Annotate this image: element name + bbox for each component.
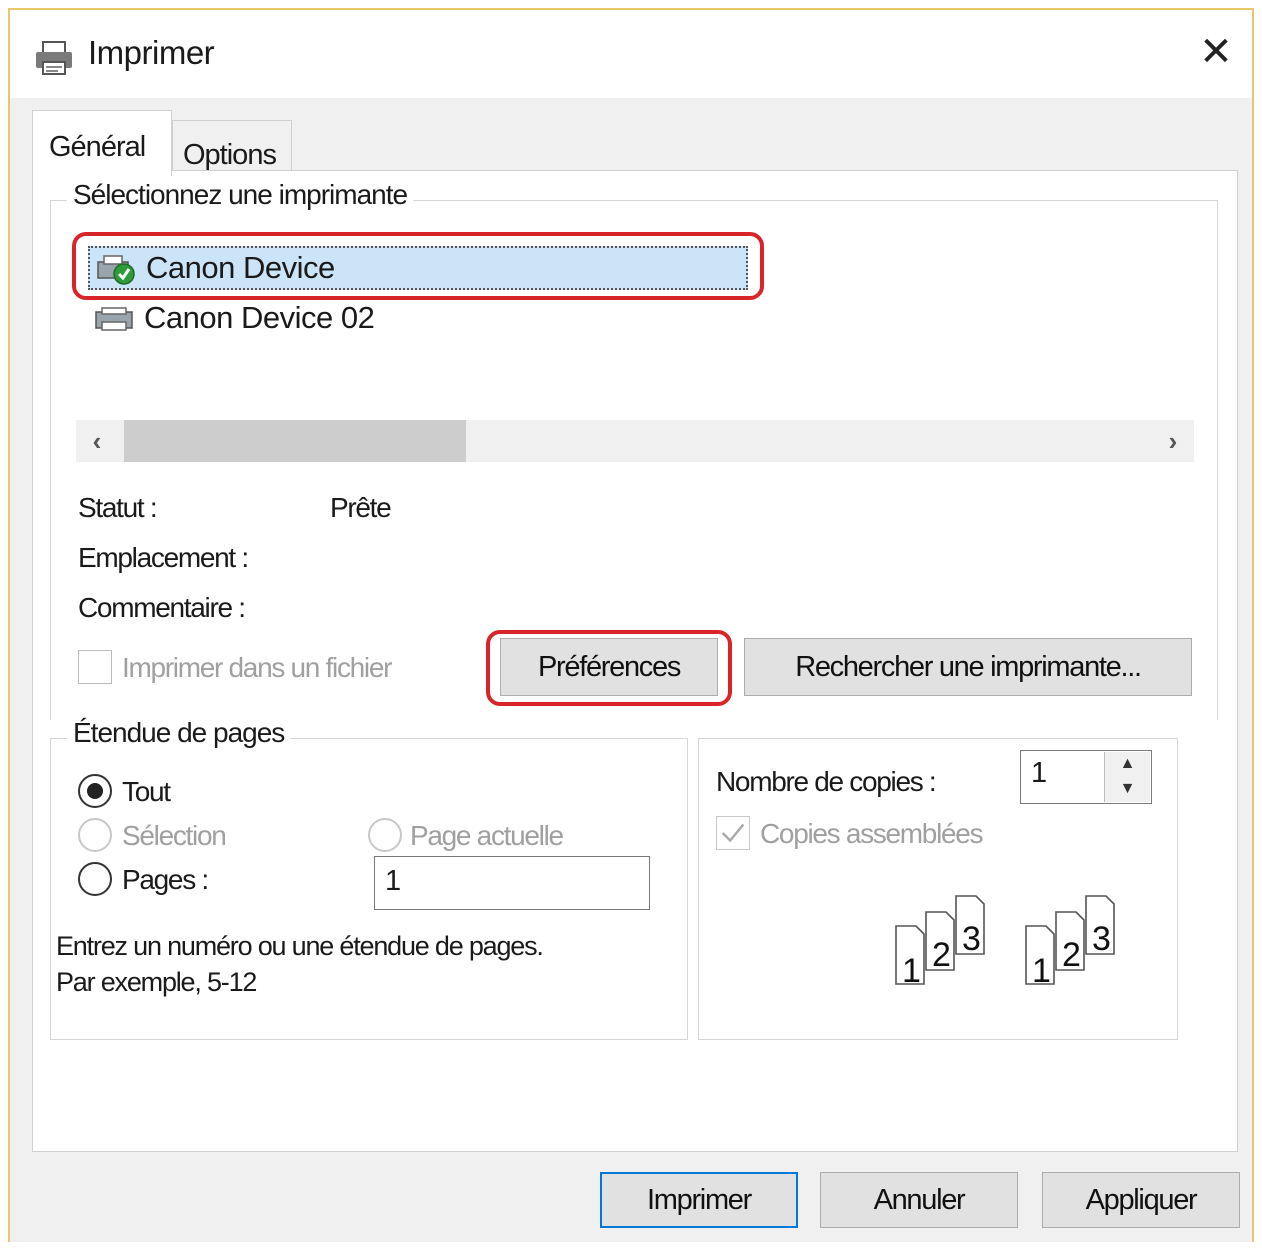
window-title: Imprimer — [88, 34, 215, 71]
title-bar: Imprimer ✕ — [10, 10, 1252, 98]
collate-page-1: 1 — [1032, 952, 1051, 990]
printer-list-scrollbar[interactable]: ‹ › — [76, 420, 1194, 462]
checkmark-icon — [721, 823, 745, 843]
hint-line-1: Entrez un numéro ou une étendue de pages… — [56, 931, 544, 961]
scroll-left-arrow[interactable]: ‹ — [76, 420, 118, 462]
radio-pages[interactable] — [78, 862, 112, 896]
copies-spinner[interactable]: ▲ ▼ — [1104, 752, 1150, 802]
spin-down-icon[interactable]: ▼ — [1105, 777, 1150, 802]
hint-line-2: Par exemple, 5-12 — [56, 967, 257, 997]
collate-page-2: 2 — [1062, 936, 1081, 974]
page-range-hint: Entrez un numéro ou une étendue de pages… — [56, 928, 544, 1000]
radio-all-label: Tout — [122, 776, 171, 807]
printer-item-canon-device[interactable]: Canon Device — [88, 246, 748, 290]
print-to-file-label: Imprimer dans un fichier — [122, 652, 392, 683]
radio-current-page[interactable] — [368, 818, 402, 852]
collate-label: Copies assemblées — [760, 818, 984, 849]
comment-label: Commentaire : — [78, 592, 246, 623]
collate-checkbox[interactable] — [716, 816, 750, 850]
scroll-thumb[interactable] — [124, 420, 466, 462]
status-value: Prête — [330, 492, 392, 523]
spin-up-icon[interactable]: ▲ — [1105, 752, 1150, 777]
collate-illustration-icon: 1 2 3 1 2 3 — [895, 895, 1115, 990]
print-to-file-checkbox[interactable] — [78, 650, 112, 684]
collate-page-3: 3 — [1092, 920, 1111, 958]
radio-all[interactable] — [78, 774, 112, 808]
radio-pages-label: Pages : — [122, 864, 209, 895]
radio-selection[interactable] — [78, 818, 112, 852]
printer-name: Canon Device — [146, 250, 335, 285]
radio-dot — [87, 783, 103, 799]
find-printer-button[interactable]: Rechercher une imprimante... — [744, 638, 1192, 696]
printer-default-icon — [97, 255, 135, 285]
location-label: Emplacement : — [78, 542, 249, 573]
print-button[interactable]: Imprimer — [600, 1172, 798, 1228]
close-button[interactable]: ✕ — [1188, 24, 1244, 80]
copies-label: Nombre de copies : — [716, 766, 937, 797]
collate-page-2: 2 — [932, 936, 951, 974]
tab-general[interactable]: Général — [32, 110, 172, 176]
printer-group-legend: Sélectionnez une imprimante — [67, 179, 414, 211]
printer-name: Canon Device 02 — [144, 300, 375, 335]
radio-selection-label: Sélection — [122, 820, 227, 851]
printer-icon — [36, 41, 72, 75]
status-label: Statut : — [78, 492, 158, 523]
page-range-legend: Étendue de pages — [67, 717, 291, 749]
scroll-right-arrow[interactable]: › — [1152, 420, 1194, 462]
printer-item-canon-device-02[interactable]: Canon Device 02 — [88, 298, 748, 342]
printer-icon — [95, 307, 133, 331]
preferences-button[interactable]: Préférences — [500, 638, 718, 696]
print-dialog: Imprimer ✕ Général Options Sélectionnez … — [8, 8, 1254, 1242]
cancel-button[interactable]: Annuler — [820, 1172, 1018, 1228]
pages-input[interactable]: 1 — [374, 856, 650, 910]
collate-page-3: 3 — [962, 920, 981, 958]
collate-page-1: 1 — [902, 952, 921, 990]
apply-button[interactable]: Appliquer — [1042, 1172, 1240, 1228]
radio-current-page-label: Page actuelle — [410, 820, 564, 851]
tab-options[interactable]: Options — [172, 120, 292, 171]
